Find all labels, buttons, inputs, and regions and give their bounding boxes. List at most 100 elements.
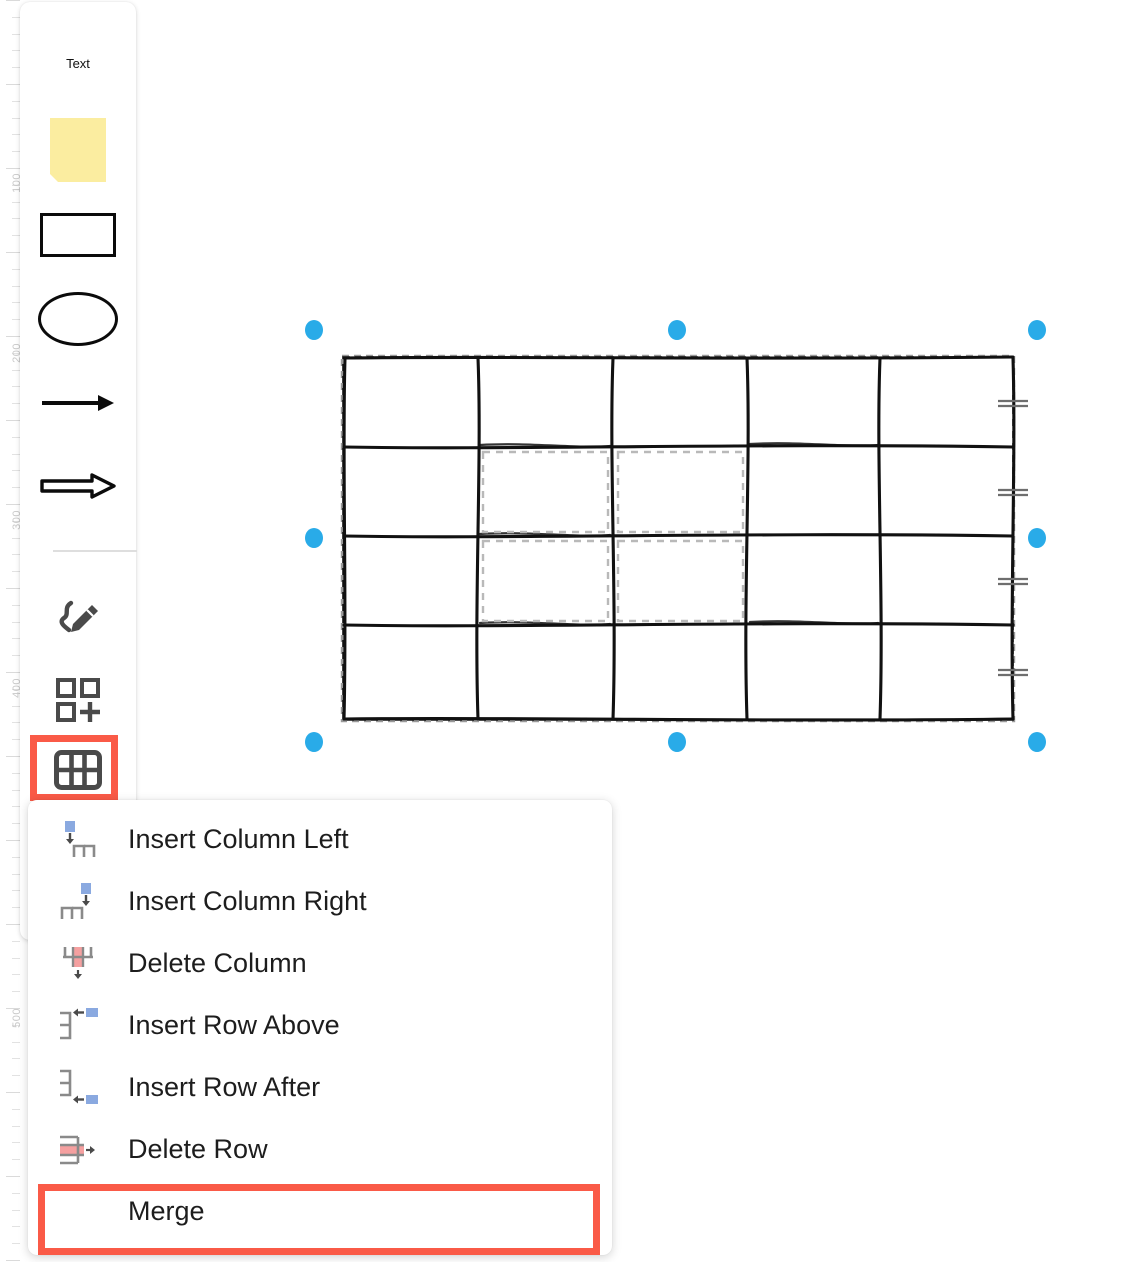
editor-stage: 100 200 300 400 500 Text Insert Column L…	[0, 0, 1132, 1262]
ruler-tick	[12, 67, 20, 68]
menu-item-insert-column-right[interactable]: Insert Column Right	[28, 870, 612, 932]
ruler-tick	[12, 622, 20, 623]
ruler-tick	[12, 1210, 20, 1211]
menu-item-delete-row[interactable]: Delete Row	[28, 1118, 612, 1180]
toolbar-item-sticky-note[interactable]	[20, 110, 136, 190]
ruler-tick	[12, 1193, 20, 1194]
ruler-tick	[12, 907, 20, 908]
menu-item-label: Merge	[128, 1195, 205, 1226]
ruler-tick	[12, 1075, 20, 1076]
insert-row-after-icon	[50, 1067, 106, 1107]
insert-column-left-icon	[50, 819, 106, 859]
delete-column-icon	[50, 943, 106, 983]
ruler-tick	[12, 319, 20, 320]
ruler-tick	[12, 386, 20, 387]
ruler-tick	[12, 50, 20, 51]
menu-item-label: Insert Row Above	[128, 1009, 340, 1040]
menu-item-label: Delete Row	[128, 1133, 268, 1164]
ruler-tick	[12, 605, 20, 606]
toolbar-item-table[interactable]	[20, 742, 136, 798]
ruler-tick	[12, 218, 20, 219]
sticky-note-icon	[50, 118, 106, 183]
ruler-tick	[6, 924, 20, 925]
delete-row-icon	[50, 1129, 106, 1169]
ruler-tick	[12, 538, 20, 539]
table-grid-icon	[54, 750, 102, 790]
ruler-tick	[12, 655, 20, 656]
text-icon: Text	[66, 55, 90, 71]
ruler-tick	[12, 1226, 20, 1227]
toolbar-item-rectangle[interactable]	[20, 207, 136, 263]
ruler-tick	[6, 336, 20, 337]
ruler-tick	[12, 706, 20, 707]
ruler-tick	[12, 17, 20, 18]
ruler-tick	[12, 1243, 20, 1244]
toolbar-item-ellipse[interactable]	[20, 288, 136, 350]
ruler-tick	[6, 252, 20, 253]
insert-column-right-icon	[50, 881, 106, 921]
menu-item-label: Delete Column	[128, 947, 307, 978]
ruler-tick	[12, 286, 20, 287]
ruler-tick	[12, 823, 20, 824]
ruler-tick	[12, 487, 20, 488]
ruler-tick	[12, 739, 20, 740]
ruler-tick	[12, 958, 20, 959]
ruler-tick	[12, 1042, 20, 1043]
ruler-tick	[12, 134, 20, 135]
ruler-tick	[12, 370, 20, 371]
ruler-tick	[12, 941, 20, 942]
menu-item-insert-column-left[interactable]: Insert Column Left	[28, 808, 612, 870]
ruler-tick	[6, 1176, 20, 1177]
ruler-tick	[6, 420, 20, 421]
ruler-tick	[6, 756, 20, 757]
menu-item-insert-row-above[interactable]: Insert Row Above	[28, 994, 612, 1056]
toolbar-item-block-arrow[interactable]	[20, 460, 136, 512]
ruler-label: 500	[11, 1008, 23, 1028]
ruler-tick	[12, 638, 20, 639]
menu-item-merge[interactable]: Merge	[28, 1180, 612, 1242]
ruler-tick	[12, 101, 20, 102]
ruler-tick	[6, 1260, 20, 1261]
ruler-tick	[12, 722, 20, 723]
toolbar-item-text[interactable]: Text	[20, 48, 136, 78]
menu-item-delete-column[interactable]: Delete Column	[28, 932, 612, 994]
canvas-table-object[interactable]	[280, 300, 1060, 770]
ruler-tick	[12, 118, 20, 119]
ruler-tick	[12, 974, 20, 975]
ellipse-icon	[38, 292, 118, 346]
ruler-tick	[12, 874, 20, 875]
ruler-tick	[6, 84, 20, 85]
toolbar-item-add-component[interactable]	[20, 670, 136, 730]
ruler-tick	[6, 504, 20, 505]
ruler-tick	[12, 202, 20, 203]
table-context-menu[interactable]: Insert Column Left Insert Column Right D…	[28, 800, 612, 1255]
toolbar-item-draw[interactable]	[20, 590, 136, 652]
menu-item-label: Insert Column Right	[128, 885, 367, 916]
ruler-tick	[12, 1109, 20, 1110]
ruler-tick	[12, 34, 20, 35]
arrow-right-icon	[42, 395, 114, 411]
block-arrow-right-icon	[40, 473, 116, 499]
ruler-tick	[12, 403, 20, 404]
ruler-tick	[12, 1142, 20, 1143]
pencil-scribble-icon	[59, 600, 98, 633]
ruler-tick	[6, 588, 20, 589]
ruler-tick	[12, 571, 20, 572]
rectangle-icon	[40, 213, 116, 257]
ruler-tick	[12, 1159, 20, 1160]
menu-item-label: Insert Column Left	[128, 823, 349, 854]
ruler-tick	[12, 991, 20, 992]
table-strokes	[342, 355, 1016, 722]
ruler-tick	[12, 269, 20, 270]
ruler-tick	[12, 857, 20, 858]
add-component-icon	[56, 678, 100, 722]
menu-item-insert-row-after[interactable]: Insert Row After	[28, 1056, 612, 1118]
toolbar-item-arrow[interactable]	[20, 377, 136, 429]
ruler-tick	[12, 790, 20, 791]
ruler-tick	[12, 554, 20, 555]
insert-row-above-icon	[50, 1005, 106, 1045]
ruler-tick	[12, 890, 20, 891]
ruler-tick	[6, 840, 20, 841]
ruler-tick	[6, 672, 20, 673]
vertical-ruler[interactable]: 100 200 300 400 500	[0, 0, 23, 1262]
